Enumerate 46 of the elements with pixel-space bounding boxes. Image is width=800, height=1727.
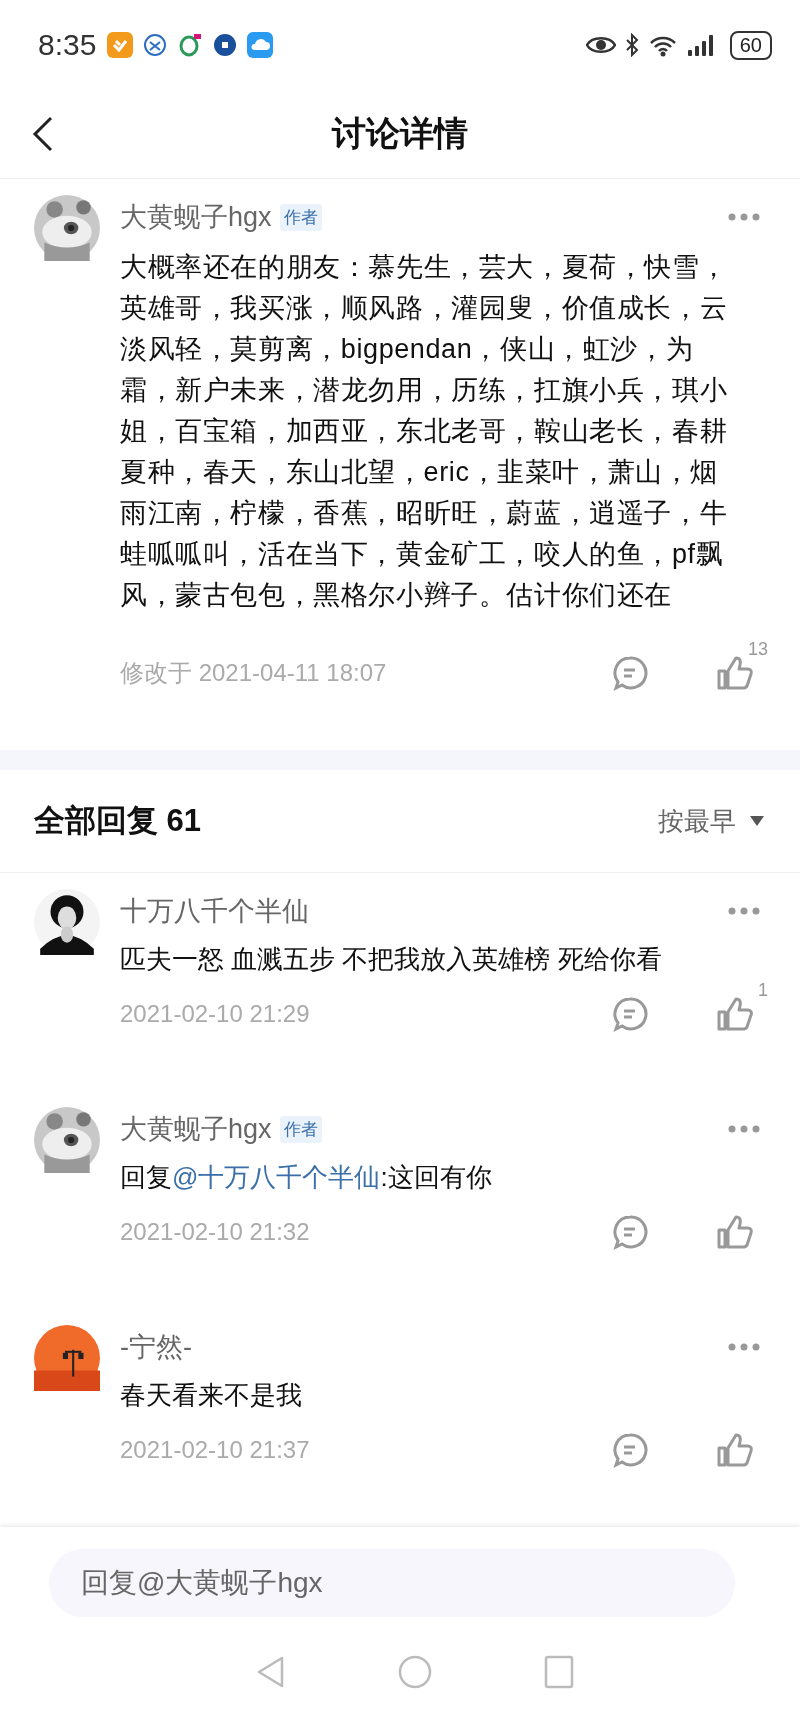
app-notification-icon — [107, 32, 134, 58]
reply-time: 2021-02-10 21:29 — [120, 1000, 310, 1028]
app-notification-icon — [142, 32, 169, 58]
app-notification-icon — [177, 32, 204, 58]
author-name[interactable]: 十万八千个半仙 — [120, 893, 309, 929]
reply-time: 2021-02-10 21:37 — [120, 1436, 310, 1464]
cloud-icon — [247, 32, 274, 58]
recents-icon[interactable] — [544, 1655, 574, 1689]
comment-icon[interactable] — [612, 996, 648, 1032]
eye-icon — [585, 34, 616, 56]
author-name[interactable]: 大黄蚬子hgx — [120, 199, 272, 235]
status-time: 8:35 — [38, 28, 97, 62]
reply-time: 2021-02-10 21:32 — [120, 1218, 310, 1246]
more-icon[interactable] — [728, 1343, 760, 1351]
app-notification-icon — [212, 32, 239, 58]
mention-link[interactable]: @十万八千个半仙 — [172, 1162, 381, 1192]
thumbs-up-icon[interactable] — [716, 996, 754, 1032]
author-name[interactable]: 大黄蚬子hgx — [120, 1111, 272, 1147]
battery-indicator: 60 — [729, 30, 772, 60]
post-time: 修改于 2021-04-11 18:07 — [120, 658, 387, 688]
sort-dropdown[interactable]: 按最早 — [658, 803, 764, 839]
more-icon[interactable] — [728, 213, 760, 221]
thumbs-up-icon[interactable] — [716, 1214, 754, 1250]
thumbs-up-icon[interactable] — [716, 1432, 754, 1468]
bluetooth-icon — [624, 33, 639, 57]
comment-icon[interactable] — [612, 1214, 648, 1250]
reply-text: 匹夫一怒 血溅五步 不把我放入英雄榜 死给你看 — [120, 943, 663, 976]
more-icon[interactable] — [728, 1125, 760, 1133]
like-count: 1 — [758, 980, 768, 1001]
reply-text: 回复@十万八千个半仙:这回有你 — [120, 1161, 493, 1194]
comment-icon[interactable] — [612, 655, 648, 691]
like-count: 13 — [747, 639, 768, 660]
page-title: 讨论详情 — [332, 113, 468, 154]
caret-icon — [750, 816, 764, 826]
author-badge: 作者 — [279, 203, 322, 231]
comment-icon[interactable] — [612, 1432, 648, 1468]
reply-input[interactable]: 回复@大黄蚬子hgx — [49, 1549, 735, 1617]
author-name[interactable]: -宁然- — [120, 1329, 192, 1365]
more-icon[interactable] — [728, 907, 760, 915]
post-text: 大概率还在的朋友：慕先生，芸大，夏荷，快雪，英雄哥，我买涨，顺风路，灌园叟，价值成长，云淡风轻，莫剪离，bigpendan，侠山，虹沙，为霜，新户未来，潜龙勿用，历练，扛旗小兵，琪小姐，百宝箱，加西亚，东北老哥，鞍山老长，春耕夏种，春天，东山北望，eric，韭菜叶，萧山，烟雨江南，柠檬，香蕉，昭昕旺，蔚蓝，逍遥子，牛蛙呱呱叫，活在当下，黄金矿工，咬人的鱼，pf飘风，蒙古包包，黑格尔小辫子。估计你们还在 — [120, 251, 729, 612]
replies-heading: 全部回复 61 — [34, 802, 202, 840]
back-icon[interactable] — [32, 116, 54, 152]
author-badge: 作者 — [279, 1115, 322, 1143]
reply-text: 春天看来不是我 — [120, 1379, 303, 1412]
thumbs-up-icon[interactable] — [716, 655, 754, 691]
home-icon[interactable] — [398, 1655, 432, 1689]
